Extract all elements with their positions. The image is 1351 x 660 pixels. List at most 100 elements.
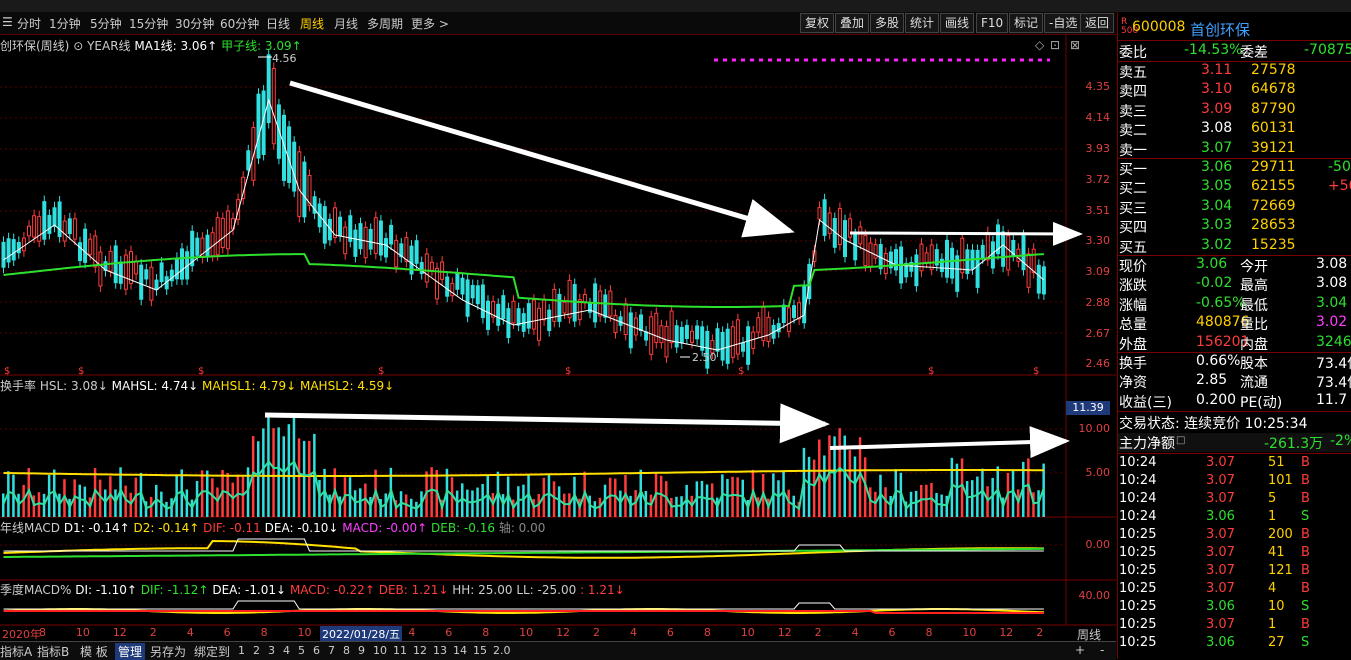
bid-row[interactable]: 买三 3.04 72669 (1118, 198, 1351, 217)
x-tick-label: 12 (777, 626, 792, 639)
toolbar-menu-icon[interactable]: ☰ (2, 15, 13, 29)
stat2-row[interactable]: 换手0.66%股本73.4亿 (1118, 353, 1351, 372)
tab-indicator-a[interactable]: 指标A (0, 643, 32, 660)
x-tick-label: 4 (629, 626, 637, 639)
tab-manage[interactable]: 管理 (115, 643, 146, 660)
close-icon[interactable]: ⊠ (1070, 38, 1080, 52)
indicator-number-5[interactable]: 5 (298, 644, 305, 657)
jiazi-value: 甲子线: 3.09↑ (221, 39, 302, 53)
x-tick-label: 10 (519, 626, 534, 639)
watchlist-button[interactable]: -自选 (1044, 13, 1083, 33)
macd-year-legend: 年线MACD D1: -0.14↑ D2: -0.14↑ DIF: -0.11 … (0, 519, 545, 536)
overlay-button[interactable]: 叠加 (835, 13, 870, 33)
ask-row[interactable]: 卖五 3.11 27578 (1118, 62, 1351, 81)
indicator-number-3[interactable]: 3 (268, 644, 275, 657)
x-tick-label: 12 (556, 626, 571, 639)
turnover-current-value: 11.39 (1066, 401, 1110, 415)
period-week[interactable]: 周线 (300, 15, 324, 32)
indicator-number-11[interactable]: 11 (393, 644, 407, 657)
tab-bind-to[interactable]: 绑定到 (194, 643, 230, 660)
season-dea-value: DEA: -1.01↓ (212, 583, 287, 597)
indicator-number-13[interactable]: 13 (433, 644, 447, 657)
period-60min[interactable]: 60分钟 (220, 15, 259, 32)
bid-row[interactable]: 买一 3.06 29711 -50 (1118, 159, 1351, 178)
period-30min[interactable]: 30分钟 (175, 15, 214, 32)
bid-row[interactable]: 买四 3.03 28653 (1118, 217, 1351, 236)
stat-row[interactable]: 外盘156201内盘324675 (1118, 334, 1351, 353)
ask-row[interactable]: 卖三 3.09 87790 (1118, 101, 1351, 120)
dea-value: DEA: -0.10↓ (264, 521, 339, 535)
indicator-number-6[interactable]: 6 (313, 644, 320, 657)
ask-row[interactable]: 卖二 3.08 60131 (1118, 120, 1351, 139)
mark-button[interactable]: 标记 (1009, 13, 1044, 33)
x-tick-label: 2 (593, 626, 600, 639)
multi-stock-button[interactable]: 多股 (870, 13, 905, 33)
indicator-number-2[interactable]: 2 (253, 644, 260, 657)
ask-row[interactable]: 卖四 3.10 64678 (1118, 81, 1351, 100)
macd-season-y-tick: 40.00 (1078, 589, 1111, 602)
indicator-number-2.0[interactable]: 2.0 (493, 644, 511, 657)
tab-template[interactable]: 模 板 (80, 643, 108, 660)
stat2-row[interactable]: 净资2.85流通73.4亿 (1118, 372, 1351, 391)
stats-button[interactable]: 统计 (905, 13, 940, 33)
tick-row: 10:24 3.06 1 S (1119, 509, 1310, 524)
indicator-number-8[interactable]: 8 (343, 644, 350, 657)
svg-text:$: $ (198, 366, 204, 377)
diamond-icon[interactable]: ◇ (1035, 38, 1044, 52)
main-flow-row[interactable]: 主力净额 □ -261.3万 -2% (1118, 433, 1351, 452)
stat2-row[interactable]: 收益(三) 0.200 PE(动) 11.7 (1118, 392, 1351, 411)
indicator-number-14[interactable]: 14 (453, 644, 467, 657)
x-axis: 2020年81012246810124681012246810122468101… (0, 626, 1066, 641)
period-month[interactable]: 月线 (334, 15, 358, 32)
back-button[interactable]: 返回 (1080, 13, 1115, 33)
period-15min[interactable]: 15分钟 (129, 15, 168, 32)
period-1min[interactable]: 1分钟 (49, 15, 81, 32)
period-more[interactable]: 更多 > (411, 15, 449, 32)
indicator-number-9[interactable]: 9 (358, 644, 365, 657)
top-strip (0, 0, 1351, 12)
period-day[interactable]: 日线 (266, 15, 290, 32)
tab-save-as[interactable]: 另存为 (150, 643, 186, 660)
macd-value: MACD: -0.00↑ (342, 521, 428, 535)
svg-text:$: $ (1033, 366, 1039, 377)
stat-row[interactable]: 总量 480876 量比 3.02 (1118, 314, 1351, 333)
macd-year-title: 年线MACD (0, 521, 60, 535)
period-multi[interactable]: 多周期 (367, 15, 403, 32)
low-price-label: 2.50 (692, 351, 717, 364)
dropdown-icon: ⊙ (73, 39, 84, 53)
ask-row[interactable]: 卖一 3.07 39121 (1118, 140, 1351, 159)
add-button[interactable]: + (1075, 643, 1085, 657)
bid-row[interactable]: 买二3.0562155+50 (1118, 178, 1351, 197)
tick-row: 10:25 3.07 200 B (1119, 527, 1310, 542)
turnover-y-tick: 10.00 (1078, 422, 1111, 435)
fuquan-button[interactable]: 复权 (800, 13, 835, 33)
di-value: DI: -1.10↑ (75, 583, 137, 597)
tab-indicator-b[interactable]: 指标B (37, 643, 69, 660)
mahsl-value: MAHSL: 4.74↓ (111, 379, 199, 393)
x-tick-label: 8 (260, 626, 268, 639)
indicator-number-7[interactable]: 7 (328, 644, 335, 657)
indicator-number-4[interactable]: 4 (283, 644, 290, 657)
indicator-number-10[interactable]: 10 (373, 644, 387, 657)
stat-row[interactable]: 现价 3.06 今开 3.08 (1118, 256, 1351, 275)
stock-header: R 500 600008 首创环保 (1118, 16, 1351, 40)
indicator-number-12[interactable]: 12 (413, 644, 427, 657)
x-tick-label: 6 (223, 626, 231, 639)
stat-row[interactable]: 涨幅 -0.65% 最低 3.04 (1118, 295, 1351, 314)
indicator-number-1[interactable]: 1 (238, 644, 245, 657)
f10-button[interactable]: F10 (976, 13, 1009, 33)
window-icon[interactable]: ⊡ (1050, 38, 1060, 52)
kline-chart-canvas[interactable]: $ $ $ $ $ $ $ $ (0, 35, 1116, 641)
period-fenshi[interactable]: 分时 (17, 15, 41, 32)
draw-line-button[interactable]: 画线 (940, 13, 975, 33)
quote-panel: R 500 600008 首创环保 委比 -14.53% 委差 -70875 卖五… (1117, 12, 1351, 659)
remove-button[interactable]: - (1100, 643, 1104, 657)
bid-row[interactable]: 买五 3.02 15235 (1118, 237, 1351, 256)
trade-state-row: 交易状态: 连续竞价 10:25:34 (1119, 416, 1308, 432)
y-tick: 3.30 (1085, 234, 1111, 247)
x-tick-label: 10 (740, 626, 755, 639)
indicator-number-15[interactable]: 15 (473, 644, 487, 657)
period-5min[interactable]: 5分钟 (90, 15, 122, 32)
stat-row[interactable]: 涨跌 -0.02 最高 3.08 (1118, 275, 1351, 294)
tick-row: 10:25 3.07 1 B (1119, 617, 1310, 632)
